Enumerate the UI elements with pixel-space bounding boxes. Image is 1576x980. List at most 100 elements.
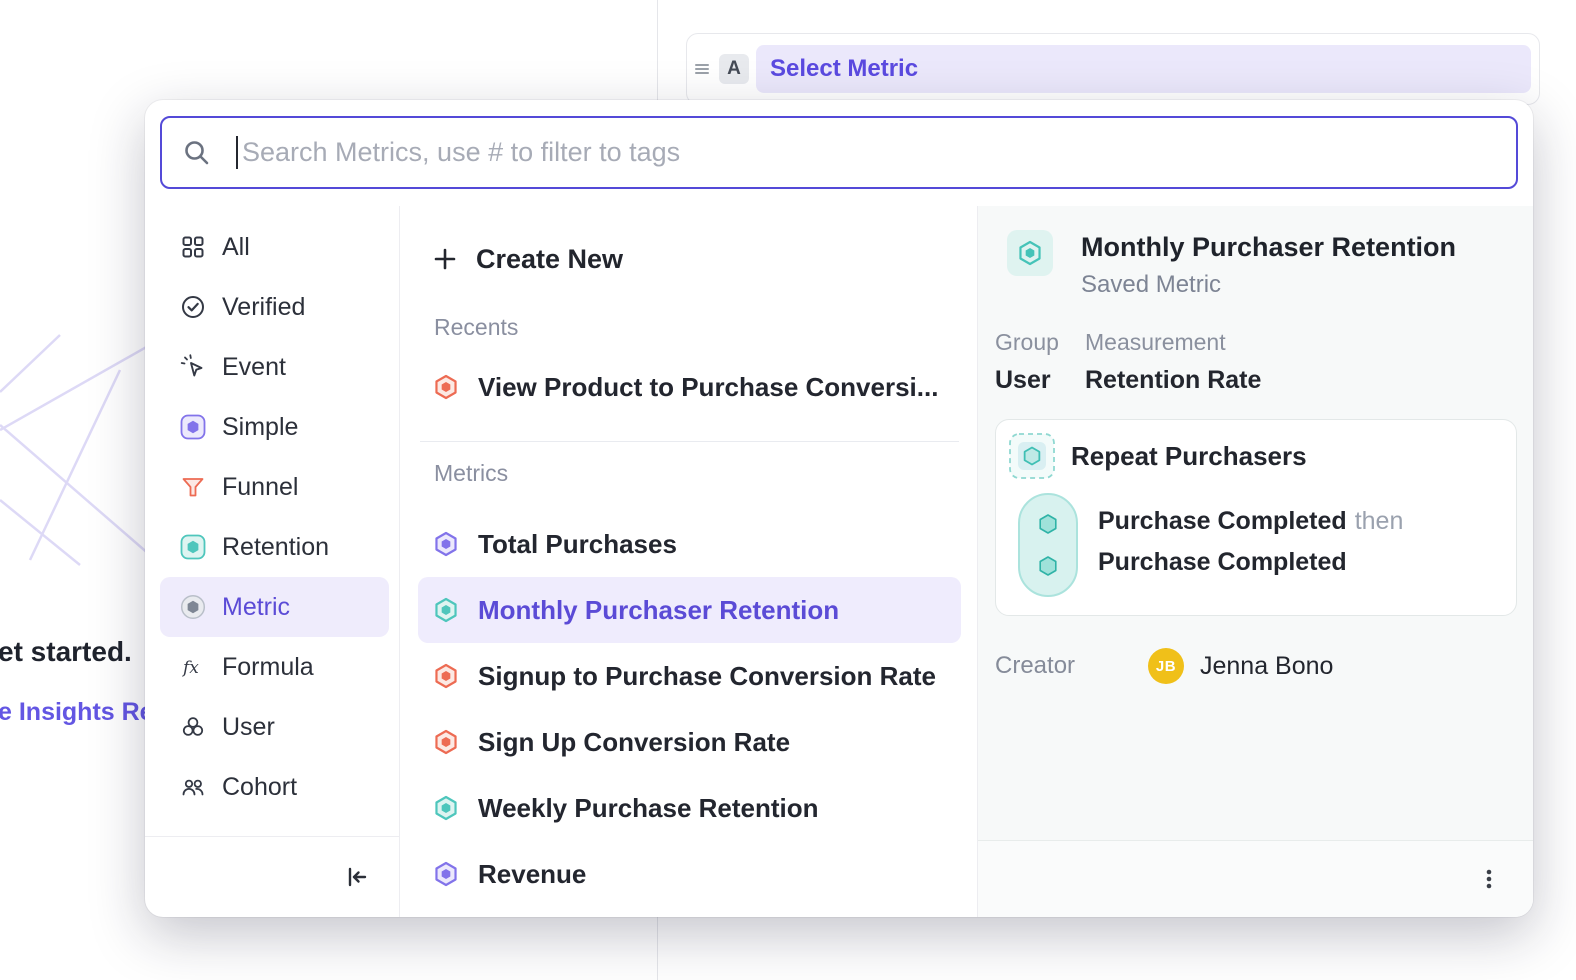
step-1-label: Purchase Completed <box>1098 507 1347 535</box>
cohort-icon <box>180 774 206 800</box>
detail-info: Group Measurement User Retention Rate <box>995 329 1533 395</box>
sidebar-item-label: User <box>222 713 275 742</box>
sidebar-item-label: Verified <box>222 293 305 322</box>
definition-steps: Purchase Completed then Purchase Complete… <box>1098 501 1403 597</box>
sidebar-item-retention[interactable]: Retention <box>160 517 389 577</box>
creator-row: Creator JB Jenna Bono <box>995 648 1517 684</box>
definition-card: Repeat Purchasers Purchase Completed then <box>995 419 1517 616</box>
list-divider <box>420 441 959 442</box>
recents-header: Recents <box>434 314 961 341</box>
drag-handle-icon[interactable] <box>692 62 712 76</box>
metric-picker-modal: All Verified Event Simple Funnel Retention Met… <box>145 100 1533 917</box>
detail-header: Monthly Purchaser Retention Saved Metric <box>978 206 1533 299</box>
retention-metric-icon <box>1007 230 1053 276</box>
metric-list-item[interactable]: Weekly Purchase Retention <box>418 775 961 841</box>
creator-avatar: JB <box>1148 648 1184 684</box>
filter-sidebar: All Verified Event Simple Funnel Retention Met… <box>145 206 400 917</box>
group-value: User <box>995 366 1085 395</box>
sidebar-item-label: Metric <box>222 593 290 622</box>
funnel-metric-icon <box>431 661 461 691</box>
sidebar-item-label: Cohort <box>222 773 297 802</box>
sidebar-item-formula[interactable]: fx Formula <box>160 637 389 697</box>
sidebar-item-verified[interactable]: Verified <box>160 277 389 337</box>
sidebar-item-all[interactable]: All <box>160 217 389 277</box>
sidebar-item-label: Event <box>222 353 286 382</box>
background-link-fragment[interactable]: e Insights Re <box>0 698 154 727</box>
measurement-label: Measurement <box>1085 329 1533 356</box>
step-connector: then <box>1355 507 1404 535</box>
metric-item-label: Signup to Purchase Conversion Rate <box>478 661 936 692</box>
metric-icon <box>180 594 206 620</box>
metric-item-label: Revenue <box>478 859 586 890</box>
simple-metric-icon <box>180 414 206 440</box>
create-new-label: Create New <box>476 244 623 275</box>
select-metric-field[interactable]: Select Metric <box>756 45 1531 93</box>
sidebar-item-simple[interactable]: Simple <box>160 397 389 457</box>
metric-item-label: Weekly Purchase Retention <box>478 793 819 824</box>
sidebar-item-user[interactable]: User <box>160 697 389 757</box>
sidebar-item-label: Simple <box>222 413 298 442</box>
creator-name: Jenna Bono <box>1200 652 1333 681</box>
metric-list-item[interactable]: View Product to Purchase Conversi... <box>418 355 961 419</box>
funnel-icon <box>180 474 206 500</box>
creator-label: Creator <box>995 652 1148 680</box>
sidebar-item-event[interactable]: Event <box>160 337 389 397</box>
decorative-chart-lines <box>0 330 150 590</box>
search-bar <box>160 116 1518 189</box>
sidebar-item-metric[interactable]: Metric <box>160 577 389 637</box>
sidebar-item-label: Retention <box>222 533 329 562</box>
metric-item-label: Sign Up Conversion Rate <box>478 727 790 758</box>
step-hexagon-icon <box>1035 511 1061 537</box>
detail-footer <box>978 840 1533 917</box>
funnel-metric-icon <box>431 727 461 757</box>
metrics-header: Metrics <box>434 460 961 487</box>
metric-list-item[interactable]: Revenue <box>418 841 961 907</box>
sidebar-item-funnel[interactable]: Funnel <box>160 457 389 517</box>
sidebar-item-label: Formula <box>222 653 314 682</box>
metric-detail-panel: Monthly Purchaser Retention Saved Metric… <box>978 206 1533 917</box>
formula-icon: fx <box>180 654 206 680</box>
step-hexagon-icon <box>1035 553 1061 579</box>
metric-list-item[interactable]: Signup to Purchase Conversion Rate <box>418 643 961 709</box>
svg-text:fx: fx <box>181 658 199 678</box>
measurement-value: Retention Rate <box>1085 366 1533 395</box>
metric-item-label: Total Purchases <box>478 529 677 560</box>
collapse-sidebar-button[interactable] <box>343 863 371 891</box>
cursor-click-icon <box>180 354 206 380</box>
select-metric-label: Select Metric <box>770 55 918 83</box>
retention-icon <box>180 534 206 560</box>
more-options-button[interactable] <box>1478 868 1500 890</box>
detail-subtitle: Saved Metric <box>1081 271 1456 299</box>
text-caret <box>236 136 238 169</box>
metric-item-label: Monthly Purchaser Retention <box>478 595 839 626</box>
sidebar-item-label: All <box>222 233 250 262</box>
search-input[interactable] <box>160 116 1518 189</box>
definition-name: Repeat Purchasers <box>1071 441 1307 472</box>
grid-icon <box>180 234 206 260</box>
step-2-label: Purchase Completed <box>1098 548 1347 576</box>
metric-list-item[interactable]: Sign Up Conversion Rate <box>418 709 961 775</box>
simple-metric-icon <box>431 859 461 889</box>
sidebar-footer <box>145 836 399 917</box>
metric-item-label: View Product to Purchase Conversi... <box>478 372 938 403</box>
retention-metric-icon <box>431 793 461 823</box>
funnel-steps-capsule <box>1018 493 1078 597</box>
retention-metric-icon <box>431 595 461 625</box>
series-letter-chip: A <box>719 54 749 84</box>
verified-badge-icon <box>180 294 206 320</box>
saved-metric-dashed-icon <box>1009 433 1055 479</box>
metric-list-item[interactable]: Total Purchases <box>418 511 961 577</box>
sidebar-item-label: Funnel <box>222 473 298 502</box>
metric-bar: A Select Metric <box>686 33 1540 105</box>
search-icon <box>183 139 210 171</box>
metric-list-item[interactable]: Monthly Purchaser Retention <box>418 577 961 643</box>
simple-metric-icon <box>431 529 461 559</box>
funnel-metric-icon <box>431 372 461 402</box>
page-background: et started. e Insights Re A Select Metri… <box>0 0 1576 980</box>
create-new-button[interactable]: Create New <box>418 230 961 288</box>
group-label: Group <box>995 329 1085 356</box>
sidebar-item-cohort[interactable]: Cohort <box>160 757 389 817</box>
metric-list-column: Create New Recents View Product to Purch… <box>400 206 978 917</box>
background-heading-fragment: et started. <box>0 636 132 668</box>
plus-icon <box>431 245 459 273</box>
